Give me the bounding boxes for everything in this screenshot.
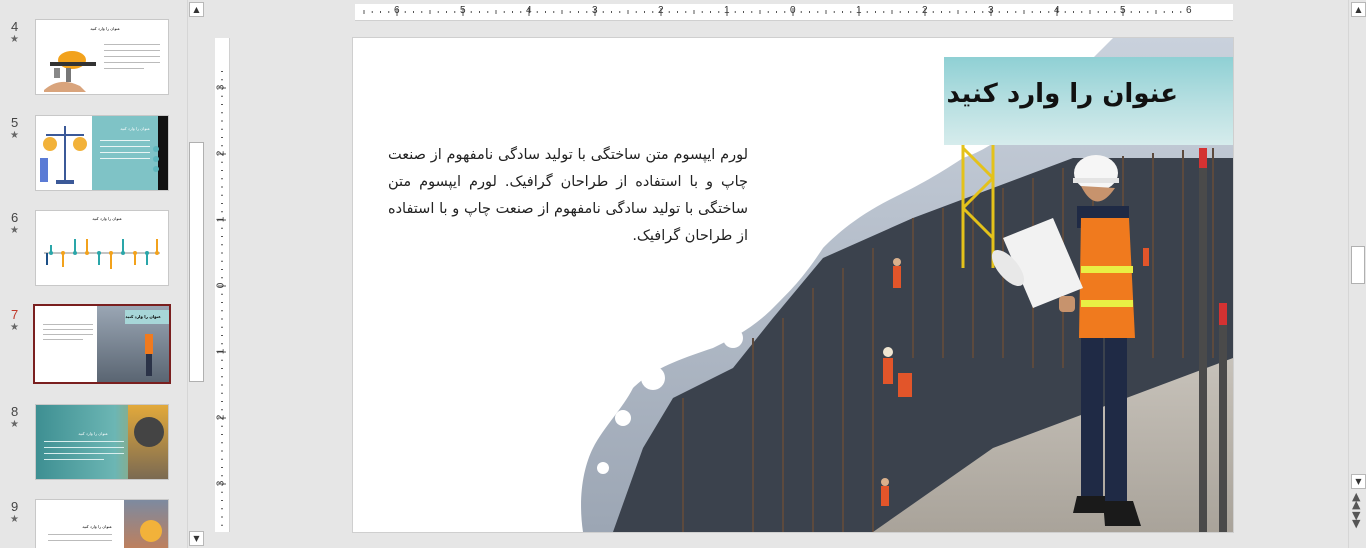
scroll-up-arrow-icon[interactable]: ▲ <box>189 2 204 17</box>
thumbnail-preview: عنوان را وارد کنید <box>35 499 169 548</box>
ruler-label: 2 <box>658 5 664 16</box>
slide-scrollbar[interactable]: ▲ ▼ ▲ ▲ ▼ ▼ <box>1348 0 1366 548</box>
thumbnail-preview: عنوان را وارد کنید <box>35 19 169 95</box>
scroll-down-arrow-icon[interactable]: ▼ <box>189 531 204 546</box>
ruler-label: 3 <box>215 480 227 487</box>
ruler-label: 1 <box>215 348 227 355</box>
thumbnail-preview: عنوان را وارد کنید <box>35 210 169 286</box>
ruler-label: 0 <box>215 282 227 289</box>
thumbnail-preview: عنوان را وارد کنید <box>35 115 169 191</box>
slide-number: 9 <box>11 499 19 514</box>
ruler-label: 1 <box>215 216 227 223</box>
thumbnail-preview: عنوان را وارد کنید <box>33 304 171 384</box>
horizontal-ruler[interactable]: 6 5 4 3 2 1 0 1 2 3 4 5 6 <box>355 4 1233 21</box>
ruler-label: 1 <box>856 5 862 16</box>
vertical-ruler[interactable]: 3 2 1 0 1 2 3 <box>215 38 230 532</box>
bottom-edge <box>210 540 1346 548</box>
ruler-label: 6 <box>1186 5 1192 16</box>
title-placeholder[interactable]: عنوان را وارد کنید <box>944 57 1233 145</box>
scrollbar-thumb[interactable] <box>189 142 204 382</box>
ruler-label: 4 <box>526 5 532 16</box>
animation-star-icon: ★ <box>10 130 19 141</box>
animation-star-icon: ★ <box>10 322 19 333</box>
scroll-up-arrow-icon[interactable]: ▲ <box>1351 2 1366 17</box>
slide-canvas[interactable]: عنوان را وارد کنید <box>353 38 1233 532</box>
ruler-label: 5 <box>1120 5 1126 16</box>
ruler-label: 4 <box>1054 5 1060 16</box>
previous-slide-icon[interactable]: ▲ ▲ <box>1352 491 1360 510</box>
animation-star-icon: ★ <box>10 34 19 45</box>
thumbnail-title: عنوان را وارد کنید <box>120 126 150 131</box>
ruler-label: 5 <box>460 5 466 16</box>
scrollbar-thumb[interactable] <box>1351 246 1365 284</box>
ruler-label: 3 <box>988 5 994 16</box>
thumbnail-title: عنوان را وارد کنید <box>82 524 112 529</box>
ruler-label: 2 <box>215 414 227 421</box>
slide-number: 8 <box>11 404 19 419</box>
ruler-label: 2 <box>215 150 227 157</box>
ruler-label: 3 <box>592 5 598 16</box>
ruler-label: 6 <box>394 5 400 16</box>
animation-star-icon: ★ <box>10 225 19 236</box>
animation-star-icon: ★ <box>10 419 19 430</box>
slide-body-text[interactable]: لورم ایپسوم متن ساختگی با تولید سادگی نا… <box>388 142 748 250</box>
thumbnail-title: عنوان را وارد کنید <box>125 314 161 319</box>
thumbnail-title: عنوان را وارد کنید <box>78 431 108 436</box>
thumbnail-title: عنوان را وارد کنید <box>92 216 122 221</box>
slide-thumbnail-pane: 4 ★ عنوان را وارد کنید 5 ★ عنوان را وارد… <box>0 0 186 548</box>
ruler-label: 0 <box>790 5 796 16</box>
ruler-label: 3 <box>215 84 227 91</box>
thumbnail-title: عنوان را وارد کنید <box>90 26 120 31</box>
slide-number: 4 <box>11 19 19 34</box>
slide-title[interactable]: عنوان را وارد کنید <box>946 79 1178 109</box>
timeline-graphic <box>44 239 160 269</box>
next-slide-icon[interactable]: ▼ ▼ <box>1352 510 1360 529</box>
hardhat-image <box>44 51 96 92</box>
scales-image <box>40 126 87 184</box>
thumbnail-scrollbar[interactable]: ▲ ▼ <box>187 0 205 548</box>
ruler-label: 1 <box>724 5 730 16</box>
ruler-label: 2 <box>922 5 928 16</box>
thumbnail-preview: عنوان را وارد کنید <box>35 404 169 480</box>
slide-number: 6 <box>11 210 19 225</box>
scroll-down-arrow-icon[interactable]: ▼ <box>1351 474 1366 489</box>
slide-number: 7 <box>11 307 19 322</box>
slide-number: 5 <box>11 115 19 130</box>
animation-star-icon: ★ <box>10 514 19 525</box>
